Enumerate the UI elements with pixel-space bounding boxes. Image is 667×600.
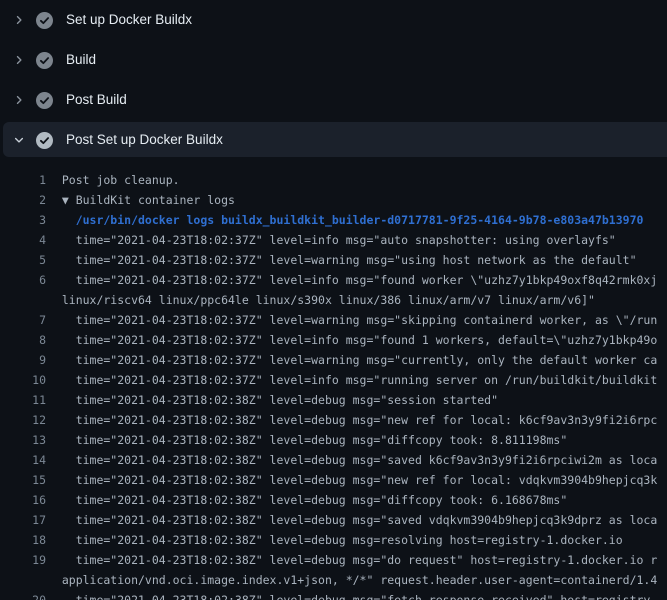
line-number[interactable]: 12	[0, 413, 46, 427]
log-text: linux/riscv64 linux/ppc64le linux/s390x …	[46, 293, 667, 307]
log-text: time="2021-04-23T18:02:37Z" level=warnin…	[46, 353, 667, 367]
log-line: 10 time="2021-04-23T18:02:37Z" level=inf…	[0, 370, 667, 390]
log-line: 1 Post job cleanup.	[0, 170, 667, 190]
step-row-post-build[interactable]: Post Build	[0, 80, 667, 120]
line-number[interactable]: 13	[0, 433, 46, 447]
line-number[interactable]: 17	[0, 513, 46, 527]
log-line: 2 ▼ BuildKit container logs	[0, 190, 667, 210]
log-line: 15 time="2021-04-23T18:02:38Z" level=deb…	[0, 470, 667, 490]
line-number[interactable]: 8	[0, 333, 46, 347]
log-command-text: /usr/bin/docker logs buildx_buildkit_bui…	[46, 213, 667, 227]
log-line: 5 time="2021-04-23T18:02:37Z" level=warn…	[0, 250, 667, 270]
log-line: 13 time="2021-04-23T18:02:38Z" level=deb…	[0, 430, 667, 450]
success-check-icon	[36, 52, 53, 69]
line-number[interactable]: 11	[0, 393, 46, 407]
log-line: 7 time="2021-04-23T18:02:37Z" level=warn…	[0, 310, 667, 330]
log-text: time="2021-04-23T18:02:38Z" level=debug …	[46, 433, 667, 447]
log-text: time="2021-04-23T18:02:37Z" level=warnin…	[46, 253, 667, 267]
log-line: 3 /usr/bin/docker logs buildx_buildkit_b…	[0, 210, 667, 230]
log-line: 16 time="2021-04-23T18:02:38Z" level=deb…	[0, 490, 667, 510]
line-number[interactable]: 16	[0, 493, 46, 507]
line-number[interactable]: 5	[0, 253, 46, 267]
log-line: 4 time="2021-04-23T18:02:37Z" level=info…	[0, 230, 667, 250]
log-line: 14 time="2021-04-23T18:02:38Z" level=deb…	[0, 450, 667, 470]
line-number[interactable]: 19	[0, 553, 46, 567]
log-text: Post job cleanup.	[46, 173, 667, 187]
chevron-right-icon[interactable]	[13, 14, 25, 26]
line-number[interactable]: 9	[0, 353, 46, 367]
log-text: time="2021-04-23T18:02:38Z" level=debug …	[46, 413, 667, 427]
step-row-build[interactable]: Build	[0, 40, 667, 80]
step-title: Build	[66, 40, 96, 80]
log-text: time="2021-04-23T18:02:38Z" level=debug …	[46, 533, 667, 547]
log-text: time="2021-04-23T18:02:38Z" level=debug …	[46, 393, 667, 407]
log-line: 11 time="2021-04-23T18:02:38Z" level=deb…	[0, 390, 667, 410]
log-line: 19 time="2021-04-23T18:02:38Z" level=deb…	[0, 550, 667, 570]
log-text: time="2021-04-23T18:02:38Z" level=debug …	[46, 453, 667, 467]
step-title: Set up Docker Buildx	[66, 0, 192, 40]
log-line: 8 time="2021-04-23T18:02:37Z" level=info…	[0, 330, 667, 350]
log-line-continuation: application/vnd.oci.image.index.v1+json,…	[0, 570, 667, 590]
log-text: time="2021-04-23T18:02:37Z" level=info m…	[46, 273, 667, 287]
line-number[interactable]: 7	[0, 313, 46, 327]
log-text: time="2021-04-23T18:02:37Z" level=info m…	[46, 233, 667, 247]
line-number[interactable]: 20	[0, 593, 46, 600]
log-line: 20 time="2021-04-23T18:02:38Z" level=deb…	[0, 590, 667, 600]
line-number[interactable]: 10	[0, 373, 46, 387]
chevron-right-icon[interactable]	[13, 94, 25, 106]
step-row-post-set-up-docker-buildx[interactable]: Post Set up Docker Buildx	[0, 120, 667, 160]
step-title: Post Set up Docker Buildx	[66, 120, 223, 160]
log-text: time="2021-04-23T18:02:37Z" level=warnin…	[46, 313, 667, 327]
log-group-toggle[interactable]: ▼ BuildKit container logs	[46, 193, 667, 207]
line-number[interactable]: 1	[0, 173, 46, 187]
line-number[interactable]: 6	[0, 273, 46, 287]
log-text: time="2021-04-23T18:02:38Z" level=debug …	[46, 493, 667, 507]
log-text: time="2021-04-23T18:02:38Z" level=debug …	[46, 473, 667, 487]
log-text: application/vnd.oci.image.index.v1+json,…	[46, 573, 667, 587]
log-text: time="2021-04-23T18:02:38Z" level=debug …	[46, 553, 667, 567]
log-line: 17 time="2021-04-23T18:02:38Z" level=deb…	[0, 510, 667, 530]
line-number[interactable]: 18	[0, 533, 46, 547]
line-number[interactable]: 2	[0, 193, 46, 207]
log-line: 12 time="2021-04-23T18:02:38Z" level=deb…	[0, 410, 667, 430]
step-log-output: 1 Post job cleanup.2 ▼ BuildKit containe…	[0, 160, 667, 600]
job-steps-list: Set up Docker Buildx Build Post Build	[0, 0, 667, 160]
step-title: Post Build	[66, 80, 127, 120]
log-line: 6 time="2021-04-23T18:02:37Z" level=info…	[0, 270, 667, 290]
chevron-down-icon[interactable]	[13, 134, 25, 146]
success-check-icon	[36, 92, 53, 109]
log-text: time="2021-04-23T18:02:37Z" level=info m…	[46, 373, 667, 387]
log-line: 9 time="2021-04-23T18:02:37Z" level=warn…	[0, 350, 667, 370]
step-row-set-up-docker-buildx[interactable]: Set up Docker Buildx	[0, 0, 667, 40]
line-number[interactable]: 3	[0, 213, 46, 227]
success-check-icon	[36, 132, 53, 149]
log-text: time="2021-04-23T18:02:37Z" level=info m…	[46, 333, 667, 347]
log-line-continuation: linux/riscv64 linux/ppc64le linux/s390x …	[0, 290, 667, 310]
log-text: time="2021-04-23T18:02:38Z" level=debug …	[46, 513, 667, 527]
log-text: time="2021-04-23T18:02:38Z" level=debug …	[46, 593, 667, 600]
line-number[interactable]: 14	[0, 453, 46, 467]
line-number[interactable]: 15	[0, 473, 46, 487]
success-check-icon	[36, 12, 53, 29]
chevron-right-icon[interactable]	[13, 54, 25, 66]
line-number[interactable]: 4	[0, 233, 46, 247]
log-line: 18 time="2021-04-23T18:02:38Z" level=deb…	[0, 530, 667, 550]
